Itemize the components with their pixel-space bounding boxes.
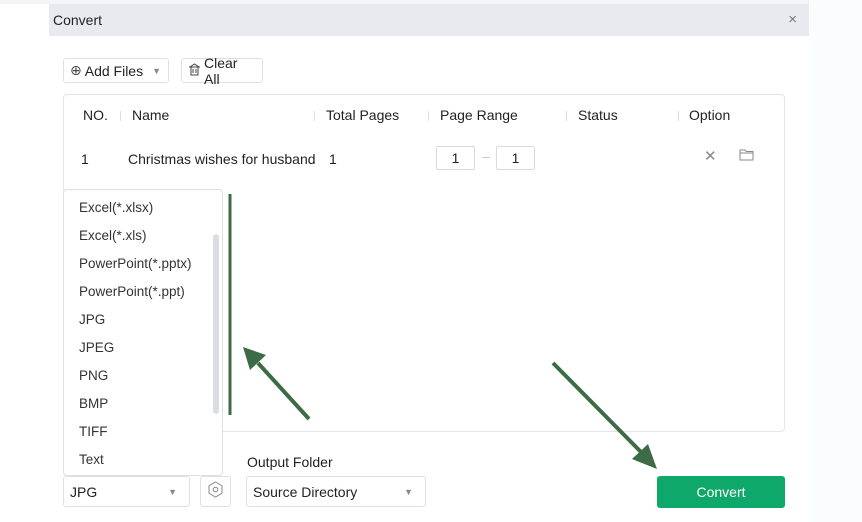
header-status: Status — [578, 107, 618, 123]
page-range-from-input[interactable]: 1 — [436, 146, 475, 170]
plus-circle-icon: ⊕ — [70, 62, 82, 78]
background-app-side-panel — [808, 0, 862, 522]
format-option[interactable]: Text — [79, 452, 104, 467]
format-settings-button[interactable] — [200, 476, 231, 507]
clear-all-label: Clear All — [204, 54, 238, 87]
format-option[interactable]: TIFF — [79, 424, 108, 439]
dialog-titlebar: Convert × — [49, 4, 809, 36]
row-number: 1 — [81, 151, 89, 167]
add-files-label: Add Files — [84, 62, 144, 79]
chevron-down-icon[interactable]: ▼ — [152, 66, 161, 76]
convert-button[interactable]: Convert — [657, 476, 785, 508]
format-option[interactable]: PowerPoint(*.pptx) — [79, 256, 192, 271]
add-files-button[interactable]: ⊕ Add Files ▼ — [63, 58, 169, 83]
remove-file-icon[interactable]: ✕ — [704, 147, 717, 165]
format-option[interactable]: Excel(*.xlsx) — [79, 200, 153, 215]
header-no: NO. — [83, 107, 108, 123]
header-page-range: Page Range — [440, 107, 518, 123]
row-total-pages: 1 — [329, 151, 337, 167]
close-icon[interactable]: × — [788, 11, 797, 28]
header-separator — [314, 111, 315, 121]
format-dropdown-menu: Excel(*.xlsx) Excel(*.xls) PowerPoint(*.… — [63, 189, 223, 476]
output-folder-value: Source Directory — [253, 483, 358, 500]
output-folder-label: Output Folder — [247, 454, 333, 470]
range-dash — [482, 157, 490, 158]
header-option: Option — [689, 107, 731, 123]
format-option[interactable]: Excel(*.xls) — [79, 228, 147, 243]
header-separator — [678, 111, 679, 121]
convert-dialog: Convert × ⊕ Add Files ▼ Clear All NO. Na… — [49, 4, 809, 522]
chevron-down-icon: ▼ — [168, 487, 177, 497]
row-file-name: Christmas wishes for husband — [128, 151, 316, 167]
format-select-value: JPG — [70, 483, 98, 500]
header-separator — [566, 111, 567, 121]
dropdown-scrollbar[interactable] — [213, 234, 219, 414]
page-range-to-input[interactable]: 1 — [496, 146, 535, 170]
dialog-title: Convert — [53, 12, 103, 28]
output-folder-select[interactable]: Source Directory ▼ — [246, 476, 426, 507]
header-name: Name — [132, 107, 170, 123]
trash-icon — [188, 62, 201, 79]
format-option[interactable]: BMP — [79, 396, 108, 411]
header-separator — [120, 111, 121, 121]
format-select[interactable]: JPG ▼ — [63, 476, 190, 507]
folder-icon[interactable] — [739, 148, 754, 165]
format-option[interactable]: JPEG — [79, 340, 114, 355]
clear-all-button[interactable]: Clear All — [181, 55, 263, 87]
format-option[interactable]: PNG — [79, 368, 108, 383]
format-option[interactable]: JPG — [79, 312, 105, 327]
format-option[interactable]: PowerPoint(*.ppt) — [79, 284, 185, 299]
header-total-pages: Total Pages — [326, 107, 400, 123]
header-separator — [428, 111, 429, 121]
settings-icon — [207, 480, 224, 503]
chevron-down-icon: ▼ — [404, 487, 413, 497]
